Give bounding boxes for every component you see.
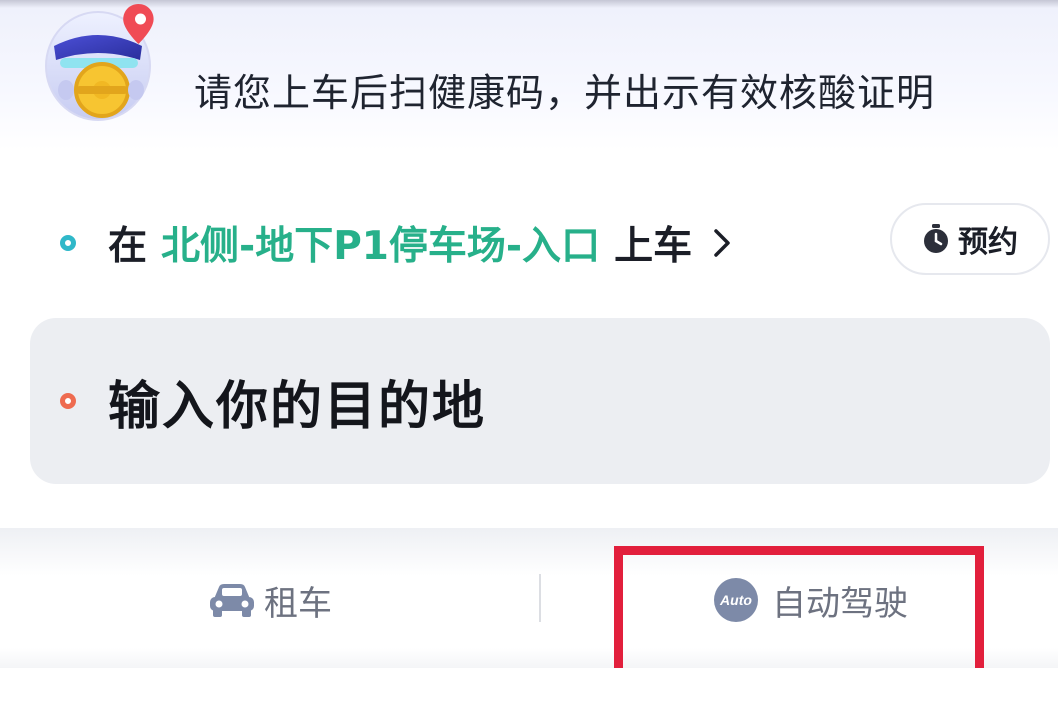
destination-placeholder: 输入你的目的地 bbox=[108, 376, 487, 437]
destination-dot-icon bbox=[60, 393, 76, 409]
tab-autonomous-driving[interactable]: Auto 自动驾驶 bbox=[714, 572, 908, 628]
tab-autonomous-driving-label: 自动驾驶 bbox=[772, 583, 908, 624]
destination-input[interactable]: 输入你的目的地 bbox=[30, 318, 1050, 484]
stopwatch-icon bbox=[924, 224, 948, 253]
pickup-suffix: 上车 bbox=[614, 224, 693, 269]
pickup-location-row[interactable]: 在 北侧-地下P1停车场-入口 上车 bbox=[60, 213, 736, 273]
auto-icon: Auto bbox=[714, 578, 758, 622]
tab-divider bbox=[539, 574, 541, 622]
tab-car-rental[interactable]: 租车 bbox=[208, 572, 332, 628]
tab-car-rental-label: 租车 bbox=[264, 583, 332, 624]
pickup-prefix: 在 bbox=[108, 224, 148, 269]
reserve-label: 预约 bbox=[958, 225, 1018, 260]
health-code-notice: 请您上车后扫健康码，并出示有效核酸证明 bbox=[194, 71, 936, 115]
pickup-dot-icon bbox=[60, 235, 76, 251]
pickup-location-name[interactable]: 北侧-地下P1停车场-入口 bbox=[161, 215, 600, 271]
car-icon bbox=[210, 584, 254, 617]
mascot-driver-icon bbox=[45, 4, 154, 121]
reserve-button[interactable]: 预约 bbox=[890, 203, 1050, 275]
chevron-right-icon[interactable] bbox=[708, 225, 736, 261]
bottom-area bbox=[0, 668, 1058, 718]
